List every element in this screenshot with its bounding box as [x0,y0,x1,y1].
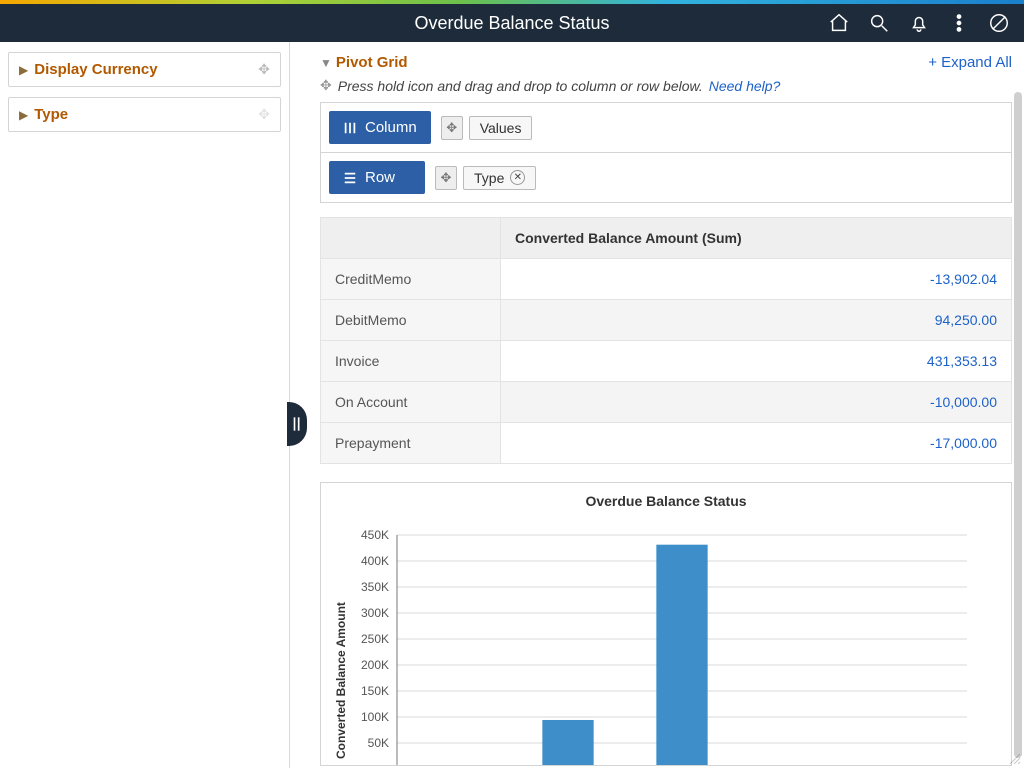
value-cell[interactable]: 94,250.00 [501,300,1012,341]
svg-text:350K: 350K [361,580,389,594]
search-icon[interactable] [868,12,890,34]
value-cell[interactable]: -13,902.04 [501,259,1012,300]
row-header-cell[interactable]: CreditMemo [321,259,501,300]
pivot-data-table: Converted Balance Amount (Sum) CreditMem… [320,217,1012,464]
svg-text:Converted Balance Amount: Converted Balance Amount [334,602,348,759]
row-header-cell[interactable]: Prepayment [321,423,501,464]
main-content: ▼ Pivot Grid + Expand All ✥ Press hold i… [290,42,1024,768]
need-help-link[interactable]: Need help? [709,78,781,94]
svg-text:300K: 300K [361,606,389,620]
remove-chip-icon[interactable]: ✕ [510,170,525,185]
caret-right-icon: ▶ [19,63,28,77]
sidebar-item-label: Display Currency [34,61,157,78]
svg-text:100K: 100K [361,710,389,724]
row-chip-type[interactable]: Type ✕ [463,166,536,190]
bar[interactable] [656,545,707,765]
drag-handle-icon[interactable]: ✥ [258,61,270,78]
row-header-cell[interactable]: On Account [321,382,501,423]
value-cell[interactable]: -17,000.00 [501,423,1012,464]
value-cell[interactable]: -10,000.00 [501,382,1012,423]
drag-handle-icon: ✥ [258,106,270,123]
column-zone-label: Column [329,111,431,144]
sidebar-item-label: Type [34,106,68,123]
caret-right-icon: ▶ [19,108,28,122]
bar-chart: 50K 100K 150K 200K 250K 300K 350K 400K 450K Conve… [327,515,987,765]
svg-text:450K: 450K [361,528,389,542]
chart-title: Overdue Balance Status [327,493,1005,509]
svg-text:50K: 50K [368,736,389,750]
app-header: Overdue Balance Status [0,4,1024,42]
row-header-cell[interactable]: DebitMemo [321,300,501,341]
table-row: Prepayment-17,000.00 [321,423,1012,464]
expand-all-link[interactable]: + Expand All [928,54,1012,71]
pivot-grid-title: Pivot Grid [336,54,408,71]
row-zone-label: Row [329,161,425,194]
table-row: DebitMemo94,250.00 [321,300,1012,341]
pivot-config: Column ✥ Values Row ✥ [320,102,1012,203]
sidebar-panel-type[interactable]: ▶ Type ✥ [8,97,281,132]
svg-text:250K: 250K [361,632,389,646]
caret-down-icon[interactable]: ▼ [320,56,332,70]
table-row: CreditMemo-13,902.04 [321,259,1012,300]
chip-drag-handle[interactable]: ✥ [435,166,457,190]
chip-drag-handle[interactable]: ✥ [441,116,463,140]
resize-grip-icon[interactable] [1008,752,1022,766]
drag-hint-text: Press hold icon and drag and drop to col… [338,78,703,94]
sidebar-panel-display-currency[interactable]: ▶ Display Currency ✥ [8,52,281,87]
column-chip-values[interactable]: Values [469,116,533,140]
bar[interactable] [542,720,593,765]
value-cell[interactable]: 431,353.13 [501,341,1012,382]
measure-column-header[interactable]: Converted Balance Amount (Sum) [501,218,1012,259]
scrollbar[interactable] [1014,92,1022,758]
compass-icon[interactable] [988,12,1010,34]
drag-hint-icon: ✥ [320,77,332,94]
rows-icon [343,171,357,185]
table-row: Invoice431,353.13 [321,341,1012,382]
more-vert-icon[interactable] [948,12,970,34]
table-row: On Account-10,000.00 [321,382,1012,423]
table-corner-cell [321,218,501,259]
svg-text:400K: 400K [361,554,389,568]
columns-icon [343,121,357,135]
row-header-cell[interactable]: Invoice [321,341,501,382]
filter-sidebar: ▶ Display Currency ✥ ▶ Type ✥ [0,42,290,768]
home-icon[interactable] [828,12,850,34]
bell-icon[interactable] [908,12,930,34]
svg-text:150K: 150K [361,684,389,698]
svg-text:200K: 200K [361,658,389,672]
chart-container: Overdue Balance Status 50K 100K 150K 200K 25… [320,482,1012,766]
